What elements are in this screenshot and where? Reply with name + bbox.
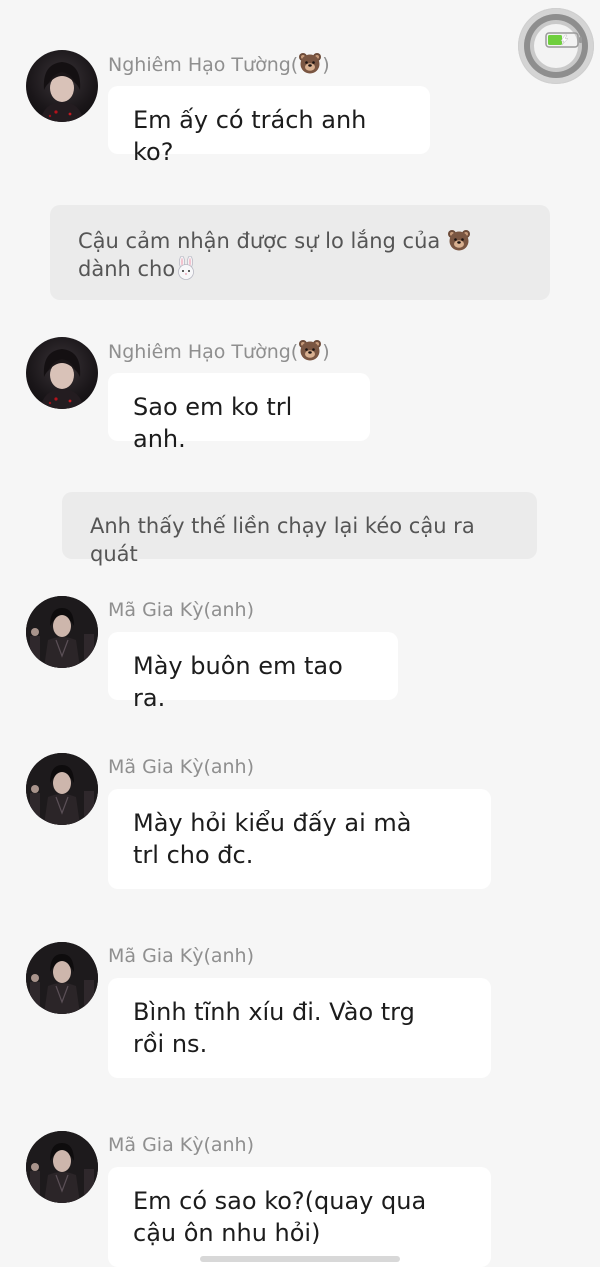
avatar-image[interactable] (26, 753, 98, 825)
narration-text-line2: dành cho (78, 257, 176, 281)
avatar-image[interactable] (26, 942, 98, 1014)
bear-emoji-icon (299, 53, 322, 74)
sender-name: Mã Gia Kỳ(anh) (108, 756, 255, 778)
message-bubble: Mày hỏi kiểu đấy ai mà trl cho đc. (108, 789, 491, 889)
message-bubble: Em ấy có trách anh ko? (108, 86, 430, 166)
message-bubble: Em có sao ko?(quay qua cậu ôn nhu hỏi) (108, 1167, 491, 1267)
status-bar (0, 0, 600, 40)
avatar-image[interactable] (26, 50, 98, 122)
message-bubble: Bình tĩnh xíu đi. Vào trg rồi ns. (108, 978, 491, 1078)
message-text: Mày hỏi kiểu đấy ai mà trl cho đc. (133, 809, 412, 869)
rabbit-emoji-icon (178, 256, 195, 280)
bear-emoji-icon (447, 230, 470, 251)
narration-block: Anh thấy thế liền chạy lại kéo cậu ra qu… (62, 492, 537, 566)
message-bubble: Sao em ko trl anh. (108, 373, 370, 453)
message-text: Sao em ko trl anh. (133, 393, 293, 453)
narration-text: Cậu cảm nhận được sự lo lắng của (78, 229, 441, 253)
narration-block: Cậu cảm nhận được sự lo lắng của dành ch… (50, 205, 550, 300)
message-text: Bình tĩnh xíu đi. Vào trg rồi ns. (133, 998, 415, 1058)
message-text: Mày buôn em tao ra. (133, 652, 343, 712)
message-bubble: Mày buôn em tao ra. (108, 632, 398, 712)
sender-name: Nghiêm Hạo Tường() (108, 53, 330, 76)
battery-icon (545, 32, 582, 48)
sender-name: Nghiêm Hạo Tường() (108, 340, 330, 363)
bear-emoji-icon (299, 340, 322, 361)
sender-name: Mã Gia Kỳ(anh) (108, 1134, 255, 1156)
avatar-image[interactable] (26, 1131, 98, 1203)
message-text: Em ấy có trách anh ko? (133, 106, 367, 166)
home-indicator[interactable] (200, 1256, 400, 1262)
avatar-image[interactable] (26, 596, 98, 668)
message-text: Em có sao ko?(quay qua cậu ôn nhu hỏi) (133, 1187, 427, 1247)
avatar-image[interactable] (26, 337, 98, 409)
sender-name: Mã Gia Kỳ(anh) (108, 599, 255, 621)
narration-text: Anh thấy thế liền chạy lại kéo cậu ra qu… (90, 514, 475, 566)
sender-name: Mã Gia Kỳ(anh) (108, 945, 255, 967)
